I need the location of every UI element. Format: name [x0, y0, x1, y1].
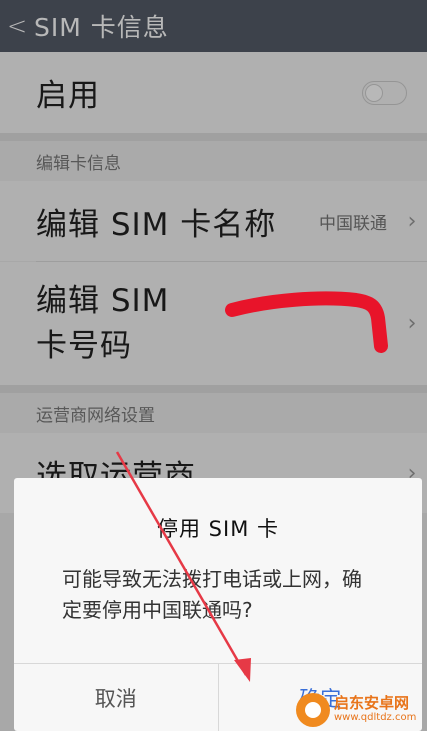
watermark-brand: 启东安卓网 [334, 694, 410, 712]
dialog-message: 可能导致无法拨打电话或上网，确定要停用中国联通吗? [62, 567, 362, 622]
sim-card-info-screen: < SIM 卡信息 启用 编辑卡信息 编辑 SIM 卡名称 中国联通 › 编辑 … [0, 0, 427, 731]
site-watermark: 启东安卓网 www.qdltdz.com [296, 688, 427, 731]
watermark-logo-icon [296, 692, 330, 727]
dialog-title: 停用 SIM 卡 [157, 517, 279, 541]
cancel-button[interactable]: 取消 [14, 664, 218, 731]
watermark-url: www.qdltdz.com [334, 712, 417, 723]
watermark-text: 启东安卓网 www.qdltdz.com [334, 695, 416, 724]
